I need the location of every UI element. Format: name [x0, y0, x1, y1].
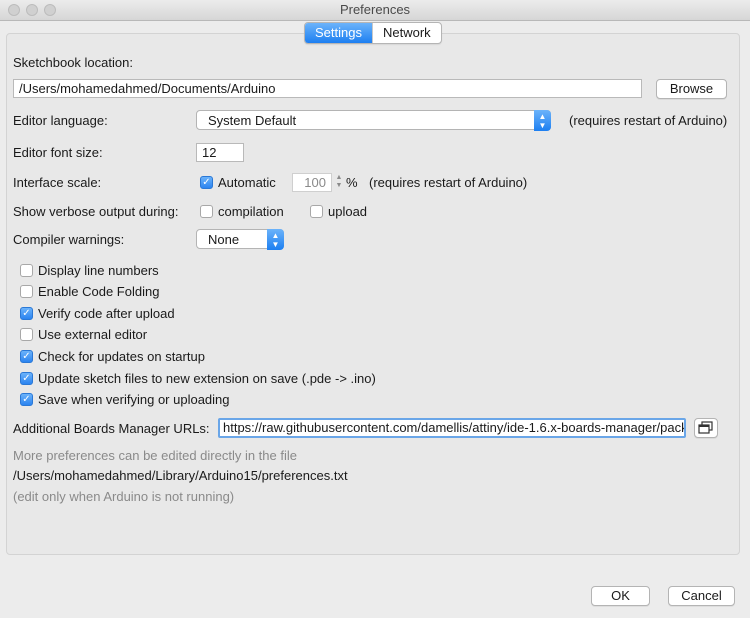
tab-network[interactable]: Network: [371, 23, 441, 43]
interface-scale-label: Interface scale:: [13, 175, 102, 190]
save-when-verifying-label: Save when verifying or uploading: [38, 392, 230, 407]
scale-stepper-icon[interactable]: ▲ ▼: [334, 174, 344, 191]
open-url-list-button[interactable]: [694, 418, 718, 438]
upload-checkbox[interactable]: [310, 205, 323, 218]
compiler-warnings-select[interactable]: None ▲ ▼: [196, 229, 284, 250]
browse-button[interactable]: Browse: [656, 79, 727, 99]
cancel-button[interactable]: Cancel: [668, 586, 735, 606]
window-title: Preferences: [339, 2, 411, 17]
update-extension-checkbox[interactable]: ✓: [20, 372, 33, 385]
boards-manager-label: Additional Boards Manager URLs:: [13, 421, 210, 436]
compilation-label: compilation: [218, 204, 284, 219]
editor-language-note: (requires restart of Arduino): [569, 113, 728, 128]
external-editor-label: Use external editor: [38, 327, 148, 342]
upload-label: upload: [328, 204, 368, 219]
zoom-window-icon[interactable]: [44, 4, 56, 16]
verify-code-label: Verify code after upload: [38, 306, 175, 321]
interface-scale-note: (requires restart of Arduino): [369, 175, 528, 190]
verify-code-checkbox[interactable]: ✓: [20, 307, 33, 320]
sketchbook-location-input[interactable]: /Users/mohamedahmed/Documents/Arduino: [13, 79, 642, 98]
compiler-warnings-value: None: [208, 232, 240, 247]
editor-language-value: System Default: [208, 113, 297, 128]
save-when-verifying-checkbox[interactable]: ✓: [20, 393, 33, 406]
display-line-numbers-checkbox[interactable]: [20, 264, 33, 277]
select-arrows-icon: ▲ ▼: [534, 110, 551, 131]
boards-manager-urls-input[interactable]: https://raw.githubusercontent.com/damell…: [218, 418, 686, 438]
minimize-window-icon[interactable]: [26, 4, 38, 16]
editor-language-select[interactable]: System Default ▲ ▼: [196, 110, 551, 131]
ok-button[interactable]: OK: [591, 586, 650, 606]
compiler-warnings-label: Compiler warnings:: [13, 232, 125, 247]
update-extension-label: Update sketch files to new extension on …: [38, 371, 376, 386]
sketchbook-location-label: Sketchbook location:: [13, 55, 133, 70]
more-preferences-note: More preferences can be edited directly …: [13, 448, 297, 463]
compilation-checkbox[interactable]: [200, 205, 213, 218]
interface-scale-input[interactable]: 100: [292, 173, 332, 192]
verbose-output-label: Show verbose output during:: [13, 204, 179, 219]
edit-warning-note: (edit only when Arduino is not running): [13, 489, 235, 504]
preferences-file-path: /Users/mohamedahmed/Library/Arduino15/pr…: [13, 468, 348, 483]
tab-settings[interactable]: Settings: [305, 23, 372, 43]
automatic-scale-label: Automatic: [218, 175, 276, 190]
close-window-icon[interactable]: [8, 4, 20, 16]
external-editor-checkbox[interactable]: [20, 328, 33, 341]
enable-code-folding-label: Enable Code Folding: [38, 284, 160, 299]
interface-scale-unit: %: [346, 175, 358, 190]
tab-bar: Settings Network: [304, 22, 442, 44]
automatic-scale-checkbox[interactable]: ✓: [200, 176, 213, 189]
enable-code-folding-checkbox[interactable]: [20, 285, 33, 298]
editor-language-label: Editor language:: [13, 113, 108, 128]
select-arrows-icon: ▲ ▼: [267, 229, 284, 250]
display-line-numbers-label: Display line numbers: [38, 263, 159, 278]
editor-font-size-label: Editor font size:: [13, 145, 103, 160]
check-updates-label: Check for updates on startup: [38, 349, 205, 364]
title-bar: Preferences: [0, 0, 750, 21]
check-updates-checkbox[interactable]: ✓: [20, 350, 33, 363]
window-list-icon: [698, 421, 713, 434]
editor-font-size-input[interactable]: 12: [196, 143, 244, 162]
